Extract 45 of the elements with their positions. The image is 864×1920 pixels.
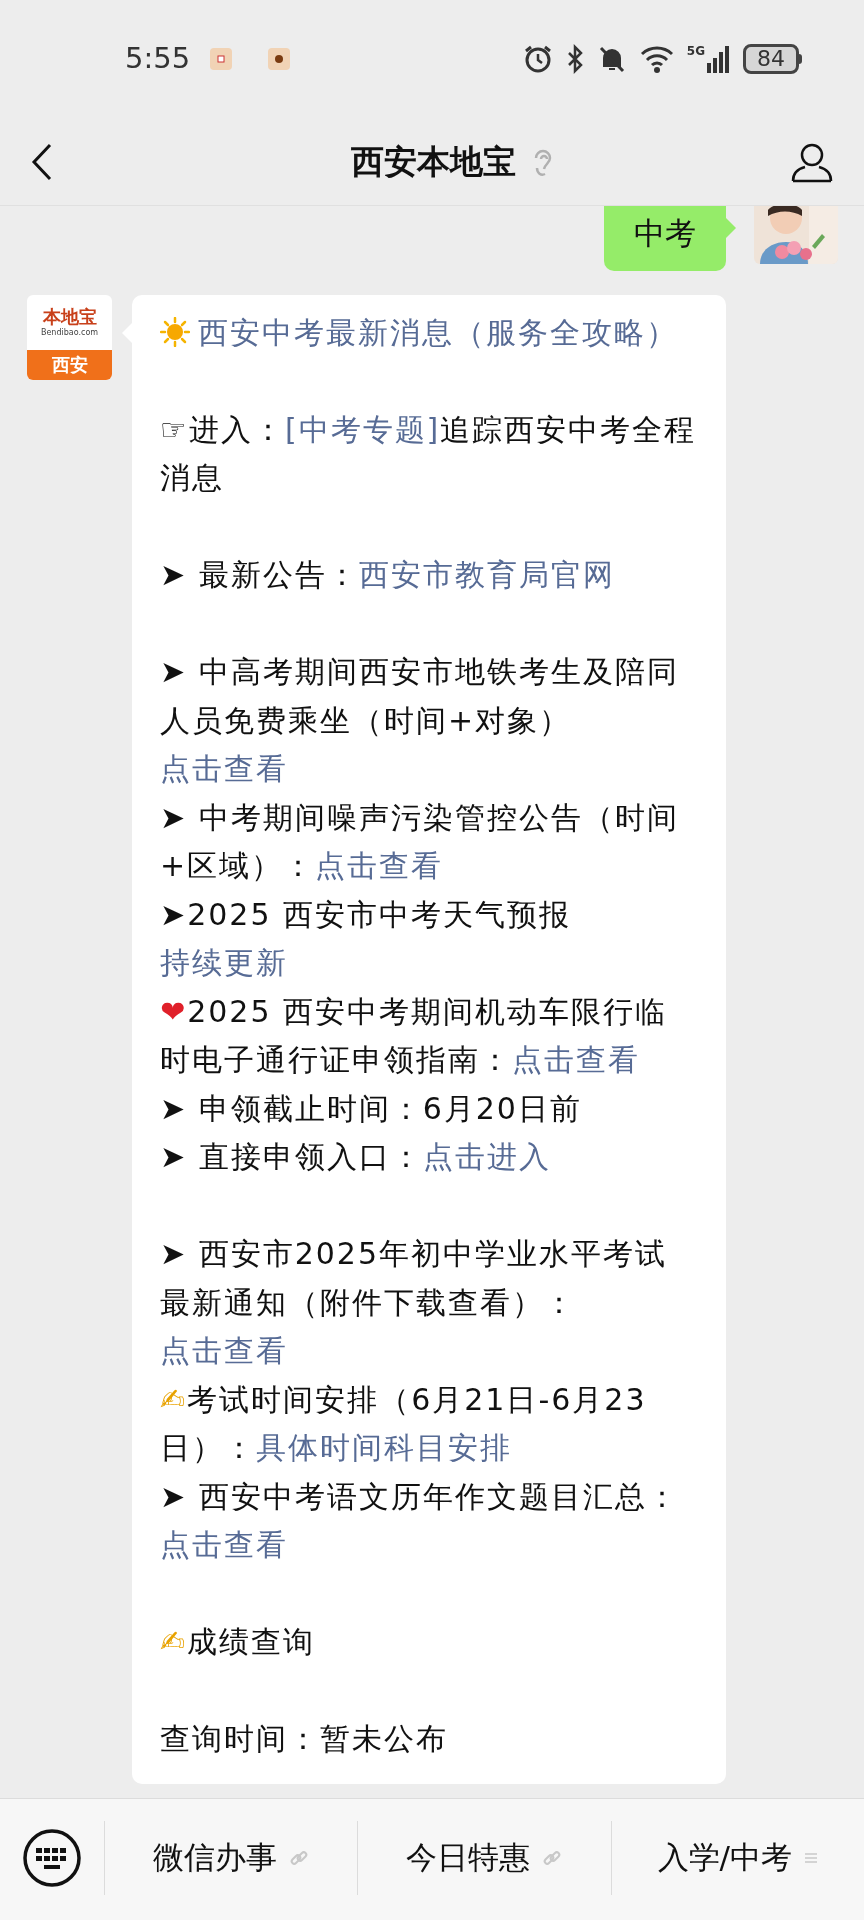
message-link[interactable]: 持续更新 [160, 945, 288, 980]
sun-icon [160, 316, 190, 347]
message-line: ➤ 西安中考语文历年作文题目汇总： 点击查看 [160, 1477, 680, 1564]
message-line: ➤2025 西安市中考天气预报 持续更新 [160, 895, 573, 982]
message-link[interactable]: [中考专题] [284, 411, 441, 447]
network-type: 5G [686, 45, 705, 57]
message-line: ➤ 申领截止时间：6月20日前 [160, 1089, 583, 1128]
status-time: 5:55 [125, 40, 191, 78]
chat-title: 西安本地宝 [350, 140, 516, 183]
message-link[interactable]: 西安市教育局官网 [358, 557, 615, 592]
message-line: ✍成绩查询 [160, 1623, 317, 1661]
menu-item[interactable]: 今日特惠 [357, 1820, 611, 1895]
app-notification-icon [268, 48, 291, 70]
sent-message-bubble: 中考 [604, 206, 726, 271]
signal-icon [707, 45, 731, 73]
message-line: ➤ 中高考期间西安市地铁考生及陪同人员免费乘坐（时间+对象） 点击查看 [160, 653, 680, 788]
back-icon[interactable] [30, 141, 54, 182]
message-link[interactable]: 点击查看 [160, 751, 288, 786]
menu-item[interactable]: 入学/中考 [610, 1820, 864, 1895]
logo-city: 西安 [27, 349, 112, 380]
message-line: ➤ 直接申领入口：点击进入 [160, 1138, 552, 1176]
message-link[interactable]: 西安中考最新消息（服务全攻略） [198, 314, 678, 350]
message-link[interactable]: 点击进入 [422, 1139, 551, 1174]
message-link[interactable]: 点击查看 [315, 848, 444, 883]
message-line: ➤ 最新公告：西安市教育局官网 [160, 556, 616, 594]
message-line: ✍考试时间安排（6月21日-6月23日）：具体时间科目安排 [160, 1380, 648, 1467]
logo-site: Bendibao.com [40, 328, 99, 337]
bubble-tail [726, 218, 736, 238]
logo-brand: 本地宝 [42, 307, 97, 326]
message-line: 查询时间：暂未公布 [160, 1720, 449, 1758]
message-link[interactable]: 具体时间科目安排 [256, 1430, 512, 1465]
alarm-icon [522, 44, 553, 74]
wifi-icon [638, 44, 675, 74]
keyboard-icon[interactable] [22, 1827, 82, 1888]
message-line: ➤ 中考期间噪声污染管控公告（时间+区域）：点击查看 [160, 798, 680, 885]
battery-level: 84 [743, 44, 799, 74]
message-line: ☞进入：[中考专题]追踪西安中考全程消息 [160, 410, 698, 497]
app-notification-icon [210, 48, 233, 70]
message-link[interactable]: 点击查看 [160, 1527, 288, 1562]
message-line: ➤ 西安市2025年初中学业水平考试最新通知（附件下载查看）： 点击查看 [160, 1235, 669, 1370]
message-link[interactable]: 点击查看 [160, 1333, 288, 1368]
list-icon [804, 1850, 819, 1865]
message-line: ❤2025 西安中考期间机动车限行临时电子通行证申领指南：点击查看 [160, 992, 669, 1079]
message-link[interactable]: 点击查看 [512, 1042, 640, 1077]
menu-item[interactable]: 微信办事 [104, 1820, 358, 1895]
